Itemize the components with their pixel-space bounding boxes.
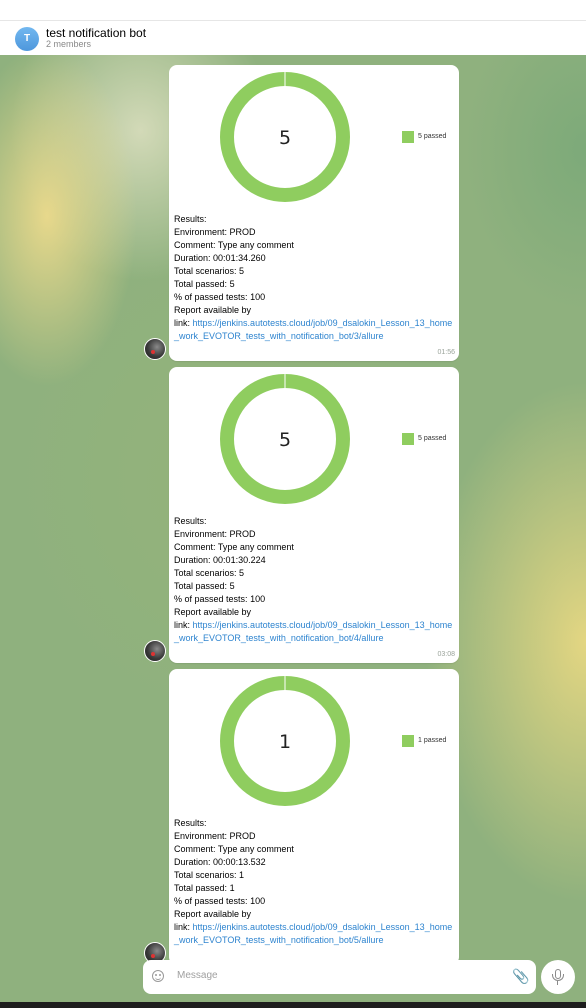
total-passed-label: Total passed:	[174, 581, 228, 591]
total-passed-value: 5	[229, 581, 235, 591]
passed-pct-label: % of passed tests:	[174, 896, 248, 906]
total-scenarios-label: Total scenarios:	[174, 568, 237, 578]
report-label: Report available by	[174, 909, 252, 919]
report-link-label: link:	[174, 620, 191, 630]
report-link-label: link:	[174, 318, 191, 328]
sender-avatar[interactable]	[144, 338, 166, 360]
donut-center-label: 1	[279, 731, 291, 753]
donut-center-label: 5	[279, 127, 291, 149]
report-link[interactable]: https://jenkins.autotests.cloud/job/09_d…	[174, 922, 452, 945]
message-bubble: 1 1 passed Results: Environment: PROD Co…	[169, 669, 459, 965]
legend-swatch	[402, 131, 414, 143]
passed-pct-label: % of passed tests:	[174, 292, 248, 302]
passed-pct-label: % of passed tests:	[174, 594, 248, 604]
message-bubble: 5 5 passed Results: Environment: PROD Co…	[169, 65, 459, 361]
report-link-label: link:	[174, 922, 191, 932]
total-scenarios-value: 5	[239, 266, 245, 276]
message-composer[interactable]: Message 📎	[143, 960, 536, 994]
passed-pct-value: 100	[250, 292, 266, 302]
report-link[interactable]: https://jenkins.autotests.cloud/job/09_d…	[174, 318, 452, 341]
donut-center-label: 5	[279, 429, 291, 451]
results-donut-chart: 5	[220, 374, 350, 504]
message-text: Results: Environment: PROD Comment: Type…	[174, 817, 456, 947]
environment-label: Environment:	[174, 227, 228, 237]
environment-label: Environment:	[174, 831, 228, 841]
legend-label: 1 passed	[418, 737, 447, 744]
results-donut-chart: 5	[220, 72, 350, 202]
report-label: Report available by	[174, 305, 252, 315]
environment-value: PROD	[229, 529, 256, 539]
results-heading: Results:	[174, 214, 207, 224]
duration-value: 00:01:30.224	[213, 555, 266, 565]
duration-label: Duration:	[174, 857, 211, 867]
comment-label: Comment:	[174, 844, 216, 854]
sender-avatar[interactable]	[144, 640, 166, 662]
report-label: Report available by	[174, 607, 252, 617]
bottom-bar	[0, 1002, 586, 1008]
message-list[interactable]: 5 5 passed Results: Environment: PROD Co…	[0, 55, 586, 1002]
environment-value: PROD	[229, 831, 256, 841]
message-text: Results: Environment: PROD Comment: Type…	[174, 213, 456, 343]
chat-header[interactable]: T test notification bot 2 members	[0, 20, 586, 55]
smile-icon[interactable]	[152, 970, 164, 982]
results-donut-chart: 1	[220, 676, 350, 806]
results-heading: Results:	[174, 818, 207, 828]
total-passed-label: Total passed:	[174, 883, 228, 893]
duration-value: 00:00:13.532	[213, 857, 266, 867]
duration-value: 00:01:34.260	[213, 253, 266, 263]
members-count: 2 members	[46, 39, 92, 49]
message-time: 03:08	[437, 651, 455, 658]
environment-label: Environment:	[174, 529, 228, 539]
legend-swatch	[402, 433, 414, 445]
comment-value: Type any comment	[217, 542, 294, 552]
group-avatar[interactable]: T	[15, 27, 39, 51]
message-time: 01:56	[437, 349, 455, 356]
comment-value: Type any comment	[217, 240, 294, 250]
passed-pct-value: 100	[250, 594, 266, 604]
total-passed-value: 1	[229, 883, 235, 893]
results-heading: Results:	[174, 516, 207, 526]
legend-label: 5 passed	[418, 435, 447, 442]
passed-pct-value: 100	[250, 896, 266, 906]
legend-swatch	[402, 735, 414, 747]
total-passed-label: Total passed:	[174, 279, 228, 289]
total-scenarios-value: 5	[239, 568, 245, 578]
duration-label: Duration:	[174, 555, 211, 565]
comment-label: Comment:	[174, 542, 216, 552]
chat-title[interactable]: test notification bot	[46, 26, 146, 40]
legend-label: 5 passed	[418, 133, 447, 140]
comment-label: Comment:	[174, 240, 216, 250]
total-scenarios-label: Total scenarios:	[174, 870, 237, 880]
environment-value: PROD	[229, 227, 256, 237]
total-scenarios-label: Total scenarios:	[174, 266, 237, 276]
message-input[interactable]: Message	[177, 970, 218, 981]
message-bubble: 5 5 passed Results: Environment: PROD Co…	[169, 367, 459, 663]
message-text: Results: Environment: PROD Comment: Type…	[174, 515, 456, 645]
comment-value: Type any comment	[217, 844, 294, 854]
microphone-button[interactable]	[541, 960, 575, 994]
total-passed-value: 5	[229, 279, 235, 289]
paperclip-icon[interactable]: 📎	[512, 969, 529, 983]
total-scenarios-value: 1	[239, 870, 245, 880]
duration-label: Duration:	[174, 253, 211, 263]
report-link[interactable]: https://jenkins.autotests.cloud/job/09_d…	[174, 620, 452, 643]
